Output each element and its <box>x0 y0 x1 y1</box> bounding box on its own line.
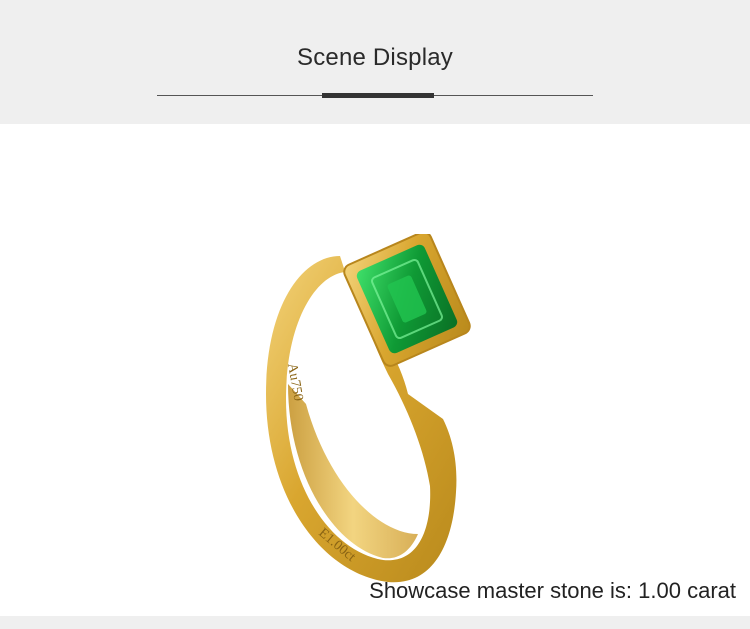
header: Scene Display <box>0 0 750 118</box>
page-title: Scene Display <box>296 44 453 71</box>
product-image-panel: Au750 E1.00ct Showcase master stone is: … <box>0 124 750 616</box>
stone-caption: Showcase master stone is: 1.00 carat <box>369 578 736 603</box>
ring-image: Au750 E1.00ct <box>266 234 471 583</box>
tab-active-indicator <box>322 93 434 98</box>
bottom-strip <box>0 616 750 629</box>
